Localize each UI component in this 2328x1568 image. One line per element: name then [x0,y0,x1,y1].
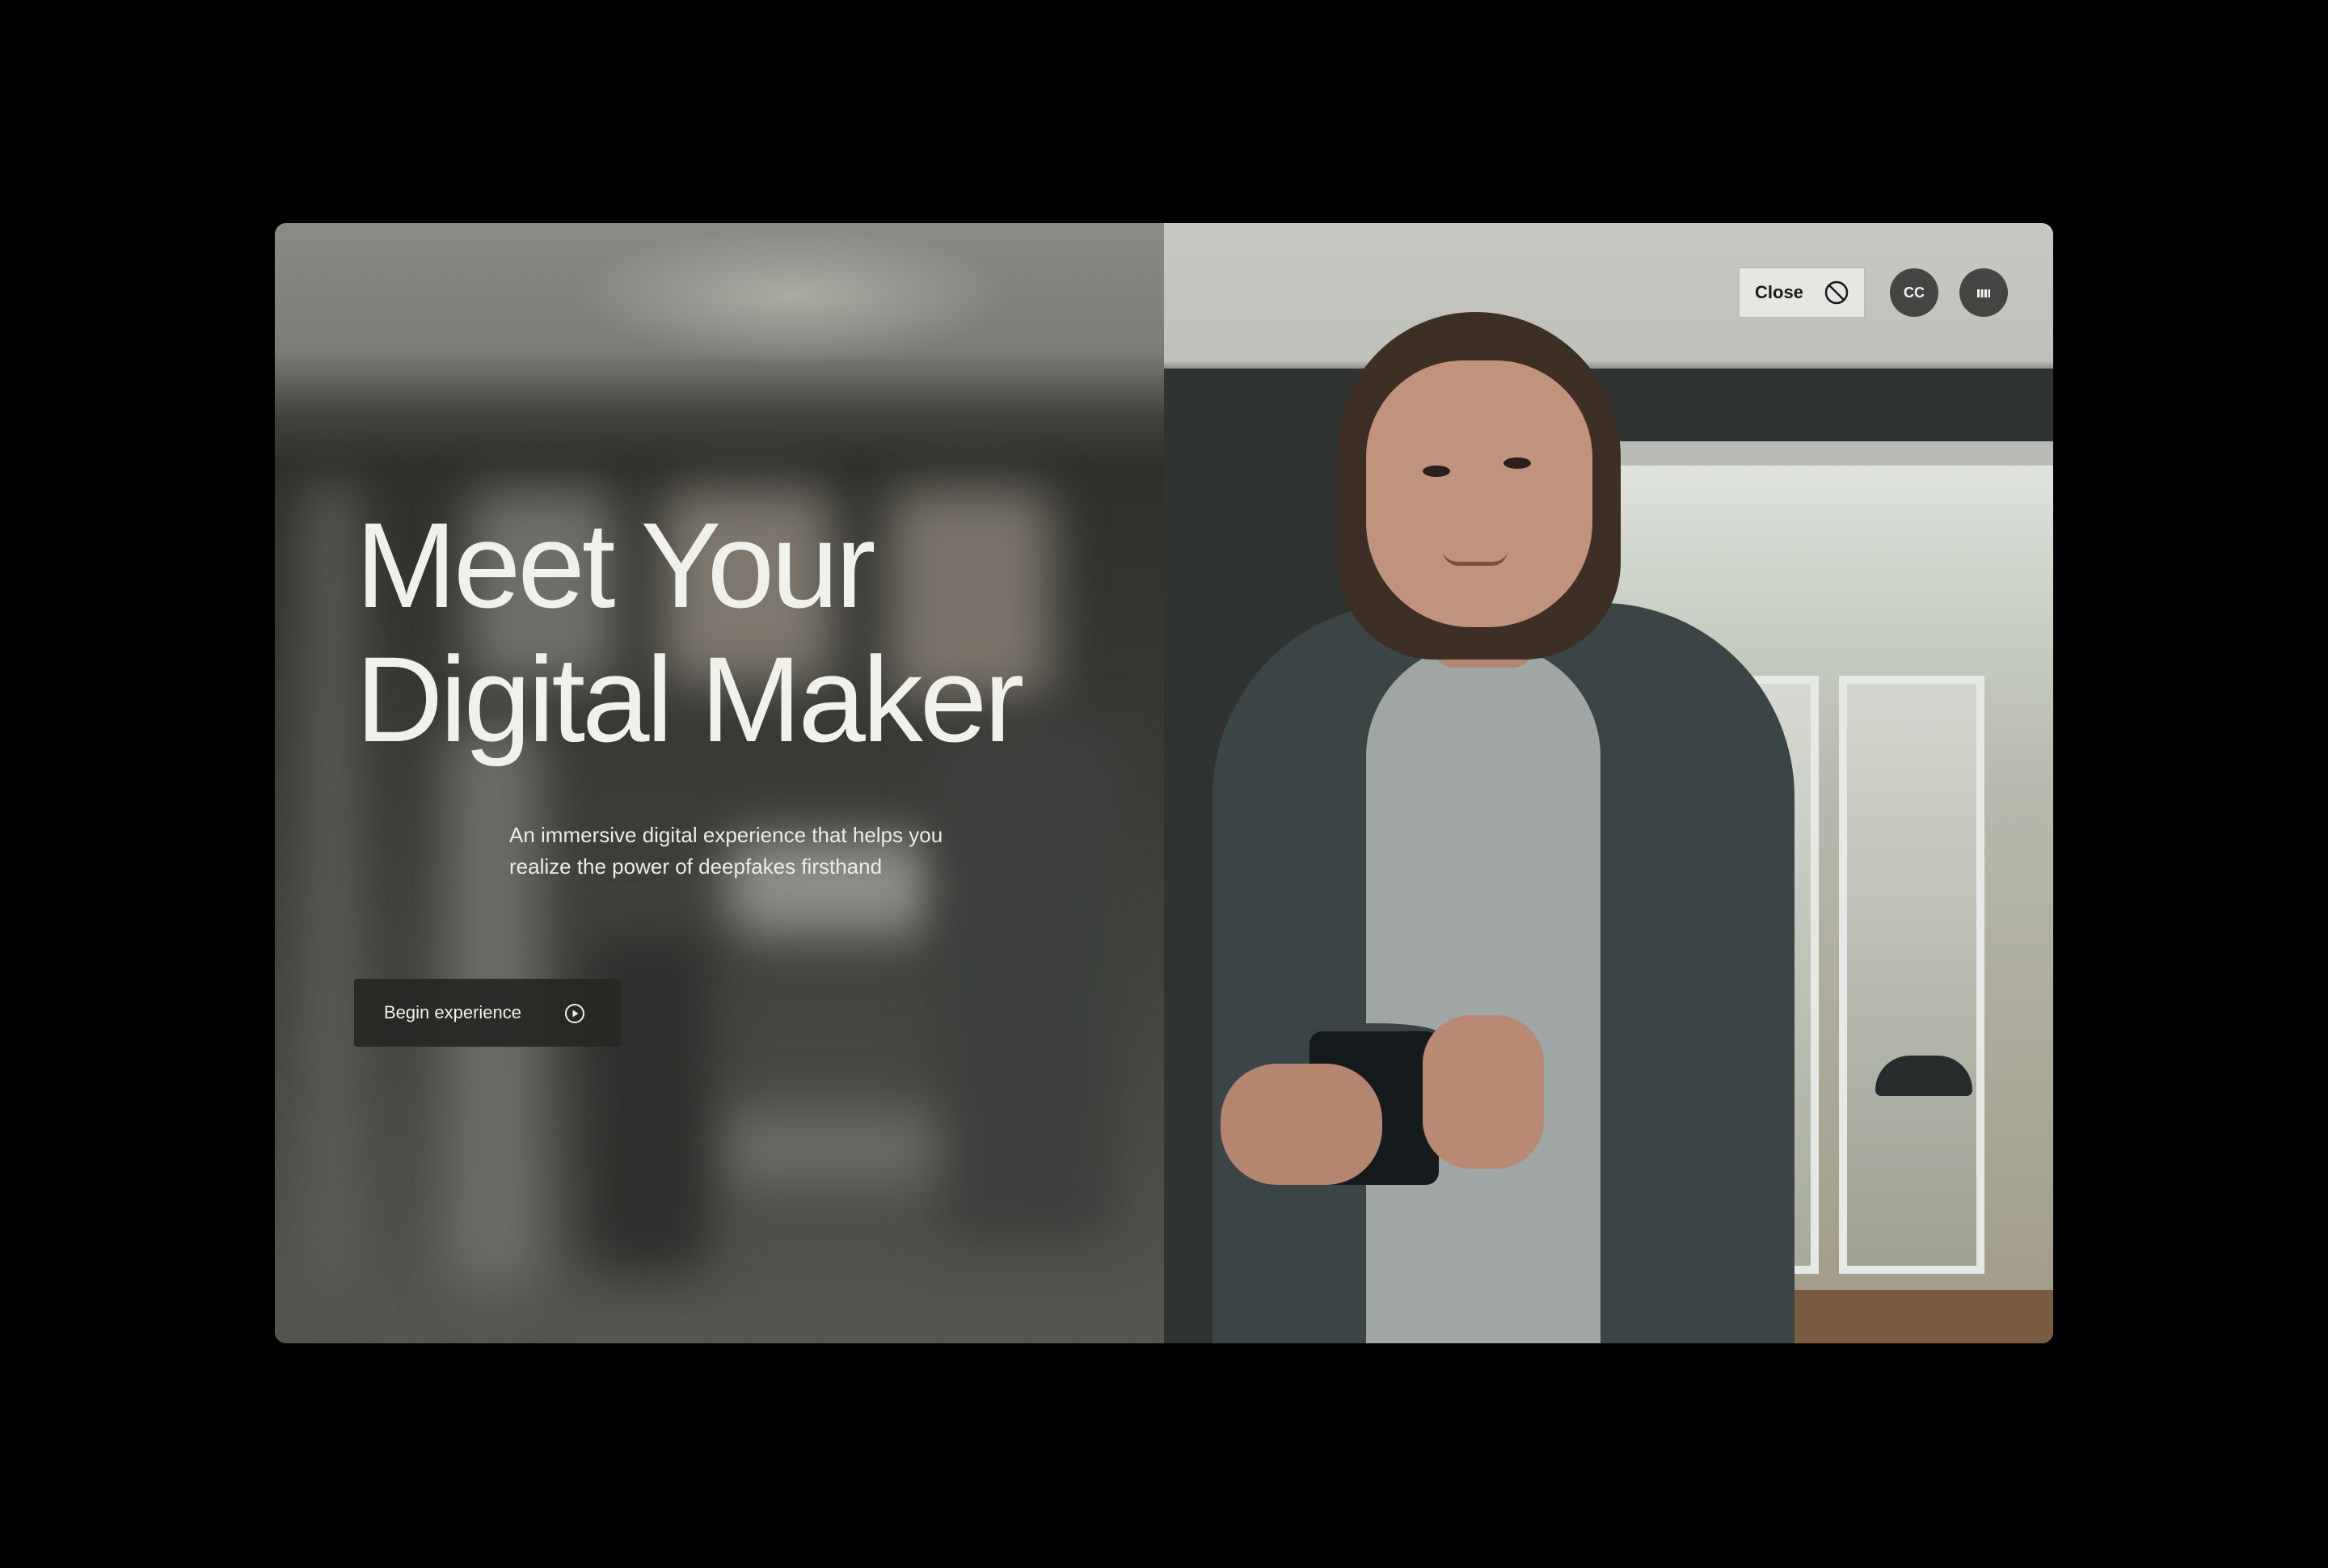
blurred-background-video [275,223,1164,1343]
close-label: Close [1755,282,1803,302]
begin-experience-button[interactable]: Begin experience [354,979,621,1047]
close-button[interactable]: Close [1738,267,1866,318]
hero-title-line-1: Meet Your [356,497,876,633]
play-circle-icon [565,1004,584,1023]
captions-button[interactable]: CC [1890,268,1938,317]
audio-toggle-button[interactable] [1959,268,2008,317]
hero-title-line-2: Digital Maker [356,631,1024,767]
begin-experience-label: Begin experience [384,1002,522,1022]
presenter-video [1164,223,2053,1343]
captions-label: CC [1904,284,1925,301]
hero-title: Meet Your Digital Maker [356,497,1024,767]
video-frame: Meet Your Digital Maker An immersive dig… [275,223,2053,1343]
prohibited-circle-icon [1824,280,1849,305]
hero-description: An immersive digital experience that hel… [509,823,943,879]
audio-bars-icon [1977,289,1990,297]
